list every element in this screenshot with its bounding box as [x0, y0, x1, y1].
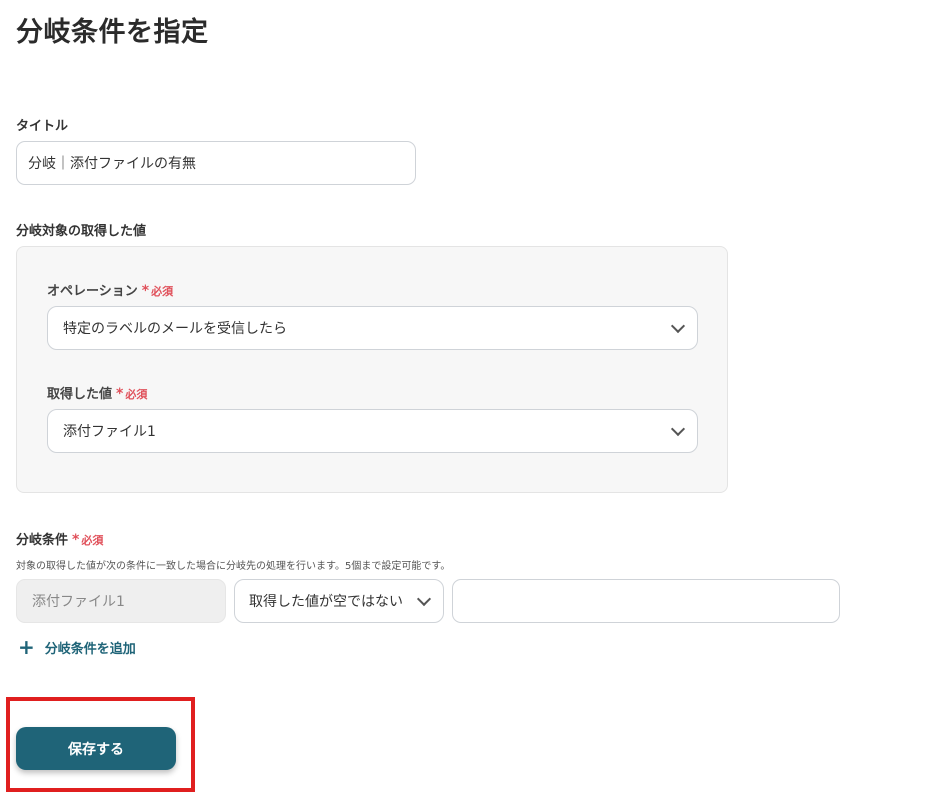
acquired-label: 取得した値 * 必須 — [47, 383, 147, 402]
conditions-description: 対象の取得した値が次の条件に一致した場合に分岐先の処理を行います。5個まで設定可… — [16, 561, 451, 572]
operation-label-text: オペレーション — [47, 284, 138, 299]
title-input-value: 分岐｜添付ファイルの有無 — [28, 156, 196, 172]
operation-label: オペレーション * 必須 — [47, 280, 173, 299]
conditions-label-text: 分岐条件 — [16, 533, 69, 548]
acquired-select-value: 添付ファイル1 — [63, 424, 156, 440]
chevron-down-icon — [416, 591, 432, 607]
conditions-required-badge: * 必須 — [72, 532, 104, 548]
conditions-label: 分岐条件 * 必須 — [16, 529, 103, 548]
operation-select[interactable]: 特定のラベルのメールを受信したら — [47, 306, 698, 350]
chevron-down-icon — [670, 318, 686, 334]
acquired-label-text: 取得した値 — [47, 387, 113, 402]
condition-field-value: 添付ファイル1 — [32, 594, 125, 610]
save-button[interactable]: 保存する — [16, 727, 176, 770]
title-label: タイトル — [16, 119, 69, 134]
acquired-select[interactable]: 添付ファイル1 — [47, 409, 698, 453]
condition-field: 添付ファイル1 — [16, 579, 226, 623]
title-input[interactable]: 分岐｜添付ファイルの有無 — [16, 141, 416, 185]
add-condition-button[interactable]: + 分岐条件を追加 — [18, 637, 136, 657]
chevron-down-icon — [670, 421, 686, 437]
operation-select-value: 特定のラベルのメールを受信したら — [63, 321, 287, 337]
acquired-required-badge: * 必須 — [116, 386, 148, 402]
condition-operator-value: 取得した値が空ではない — [249, 594, 403, 610]
condition-value-input[interactable] — [452, 579, 840, 623]
plus-icon: + — [18, 635, 35, 659]
target-section-label: 分岐対象の取得した値 — [16, 224, 147, 239]
add-condition-label: 分岐条件を追加 — [44, 641, 136, 657]
page-title: 分岐条件を指定 — [16, 17, 209, 48]
operation-required-badge: * 必須 — [141, 283, 174, 299]
condition-operator-select[interactable]: 取得した値が空ではない — [234, 579, 444, 623]
